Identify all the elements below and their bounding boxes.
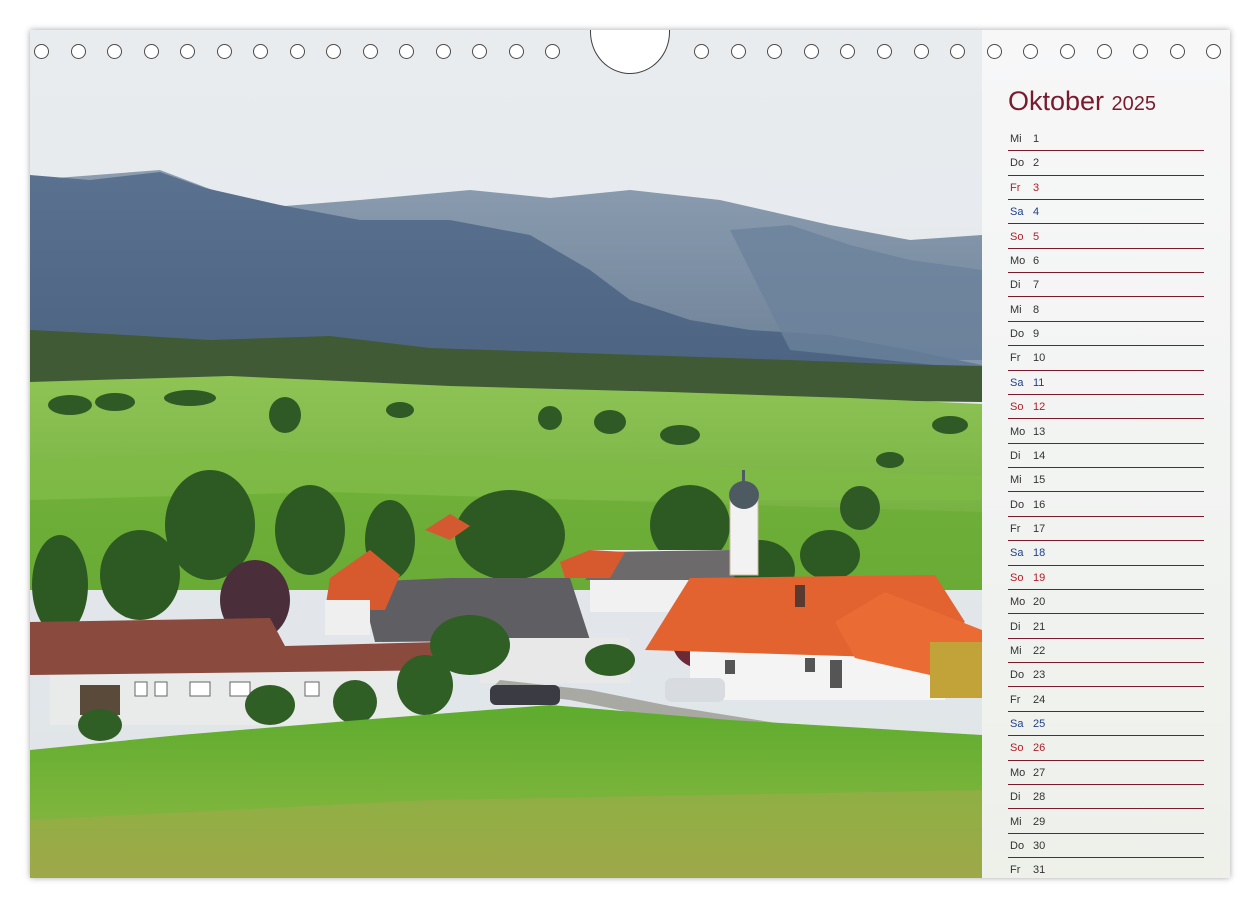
day-row: Do 16 bbox=[1008, 494, 1204, 517]
day-row: Fr 31 bbox=[1008, 859, 1204, 878]
day-weekday: Mo bbox=[1010, 254, 1026, 267]
day-number: 27 bbox=[1033, 766, 1046, 779]
day-weekday: Mo bbox=[1010, 766, 1026, 779]
day-number: 20 bbox=[1033, 596, 1046, 609]
day-weekday: Mo bbox=[1010, 596, 1026, 609]
day-weekday: Do bbox=[1010, 839, 1025, 852]
day-row: Do 23 bbox=[1008, 664, 1204, 688]
landscape-photo bbox=[30, 30, 982, 878]
day-number: 21 bbox=[1033, 620, 1046, 633]
day-row: Mi 1 bbox=[1008, 128, 1204, 152]
day-number: 17 bbox=[1033, 523, 1046, 535]
day-row: Mo 6 bbox=[1008, 250, 1204, 274]
day-weekday: Sa bbox=[1010, 206, 1024, 219]
day-row: Mi 29 bbox=[1008, 811, 1204, 834]
day-row: Fr 17 bbox=[1008, 518, 1204, 542]
day-row: So 19 bbox=[1008, 567, 1204, 590]
day-weekday: Mi bbox=[1010, 815, 1022, 828]
day-row: Do 2 bbox=[1008, 152, 1204, 176]
day-weekday: Di bbox=[1010, 791, 1021, 804]
day-weekday: Di bbox=[1010, 279, 1021, 292]
day-number: 30 bbox=[1033, 839, 1046, 852]
day-row: So 12 bbox=[1008, 396, 1204, 420]
day-row: Do 9 bbox=[1008, 323, 1204, 347]
day-number: 6 bbox=[1033, 254, 1040, 267]
day-weekday: Mi bbox=[1010, 644, 1022, 657]
day-number: 22 bbox=[1033, 644, 1046, 657]
day-number: 14 bbox=[1033, 449, 1046, 462]
day-row: Fr 10 bbox=[1008, 347, 1204, 371]
day-number: 16 bbox=[1033, 498, 1046, 511]
day-weekday: Di bbox=[1010, 449, 1021, 462]
day-row: Sa 25 bbox=[1008, 713, 1204, 737]
day-number: 29 bbox=[1033, 815, 1046, 828]
day-row: Mo 20 bbox=[1008, 591, 1204, 615]
day-weekday: Mi bbox=[1010, 474, 1022, 487]
day-row: Di 14 bbox=[1008, 445, 1204, 469]
day-weekday: Do bbox=[1010, 157, 1025, 170]
calendar-page: Oktober 2025 Mi 1 Do 2 Fr 3 Sa 4 So 5 Mo 6 Di 7 Mi 8 Do 9… bbox=[30, 30, 1230, 878]
day-row: Mi 22 bbox=[1008, 640, 1204, 664]
day-weekday: Do bbox=[1010, 328, 1025, 340]
day-weekday: Do bbox=[1010, 498, 1025, 511]
day-number: 8 bbox=[1033, 303, 1040, 316]
day-number: 13 bbox=[1033, 425, 1046, 438]
day-weekday: Fr bbox=[1010, 864, 1021, 877]
day-number: 2 bbox=[1033, 157, 1040, 170]
day-weekday: Fr bbox=[1010, 523, 1021, 535]
day-number: 26 bbox=[1033, 742, 1046, 755]
day-number: 24 bbox=[1033, 693, 1046, 706]
day-number: 3 bbox=[1033, 181, 1040, 194]
day-row: Sa 18 bbox=[1008, 542, 1204, 566]
day-row: Sa 11 bbox=[1008, 372, 1204, 395]
day-weekday: So bbox=[1010, 571, 1024, 584]
day-number: 9 bbox=[1033, 328, 1040, 340]
day-row: Di 21 bbox=[1008, 616, 1204, 639]
day-number: 31 bbox=[1033, 864, 1046, 877]
day-number: 10 bbox=[1033, 352, 1046, 365]
day-weekday: Sa bbox=[1010, 547, 1024, 560]
day-row: Sa 4 bbox=[1008, 201, 1204, 225]
day-weekday: Do bbox=[1010, 669, 1025, 682]
day-weekday: Fr bbox=[1010, 181, 1021, 194]
day-number: 11 bbox=[1033, 376, 1045, 389]
day-row: Fr 24 bbox=[1008, 689, 1204, 712]
day-weekday: Di bbox=[1010, 620, 1021, 633]
month-title: Oktober 2025 bbox=[1008, 86, 1156, 117]
day-number: 15 bbox=[1033, 474, 1046, 487]
day-number: 18 bbox=[1033, 547, 1046, 560]
month-year: 2025 bbox=[1111, 93, 1157, 115]
day-weekday: So bbox=[1010, 742, 1024, 755]
day-number: 1 bbox=[1033, 133, 1040, 145]
day-number: 28 bbox=[1033, 791, 1046, 804]
day-row: Do 30 bbox=[1008, 835, 1204, 859]
day-weekday: Sa bbox=[1010, 718, 1024, 730]
day-row: So 5 bbox=[1008, 226, 1204, 249]
day-weekday: Mo bbox=[1010, 425, 1026, 438]
day-row: Fr 3 bbox=[1008, 177, 1204, 200]
day-row: Di 7 bbox=[1008, 274, 1204, 298]
day-row: Mo 27 bbox=[1008, 762, 1204, 785]
day-weekday: Mi bbox=[1010, 303, 1022, 316]
day-weekday: Mi bbox=[1010, 133, 1022, 145]
day-number: 4 bbox=[1033, 206, 1040, 219]
day-number: 12 bbox=[1033, 401, 1046, 414]
day-number: 25 bbox=[1033, 718, 1046, 730]
day-row: Di 28 bbox=[1008, 786, 1204, 810]
day-weekday: So bbox=[1010, 230, 1024, 243]
month-name: Oktober bbox=[1008, 86, 1105, 116]
day-number: 5 bbox=[1033, 230, 1040, 243]
day-number: 23 bbox=[1033, 669, 1046, 682]
day-row: Mi 8 bbox=[1008, 299, 1204, 322]
day-weekday: So bbox=[1010, 401, 1024, 414]
day-row: Mi 15 bbox=[1008, 469, 1204, 493]
day-weekday: Sa bbox=[1010, 376, 1024, 389]
day-weekday: Fr bbox=[1010, 693, 1021, 706]
day-list: Mi 1 Do 2 Fr 3 Sa 4 So 5 Mo 6 Di 7 Mi 8 Do 9 Fr 10 Sa 11 So 12 M… bbox=[1008, 128, 1204, 878]
day-number: 19 bbox=[1033, 571, 1046, 584]
day-row: Mo 13 bbox=[1008, 421, 1204, 444]
day-row: So 26 bbox=[1008, 737, 1204, 761]
day-weekday: Fr bbox=[1010, 352, 1021, 365]
day-number: 7 bbox=[1033, 279, 1040, 292]
